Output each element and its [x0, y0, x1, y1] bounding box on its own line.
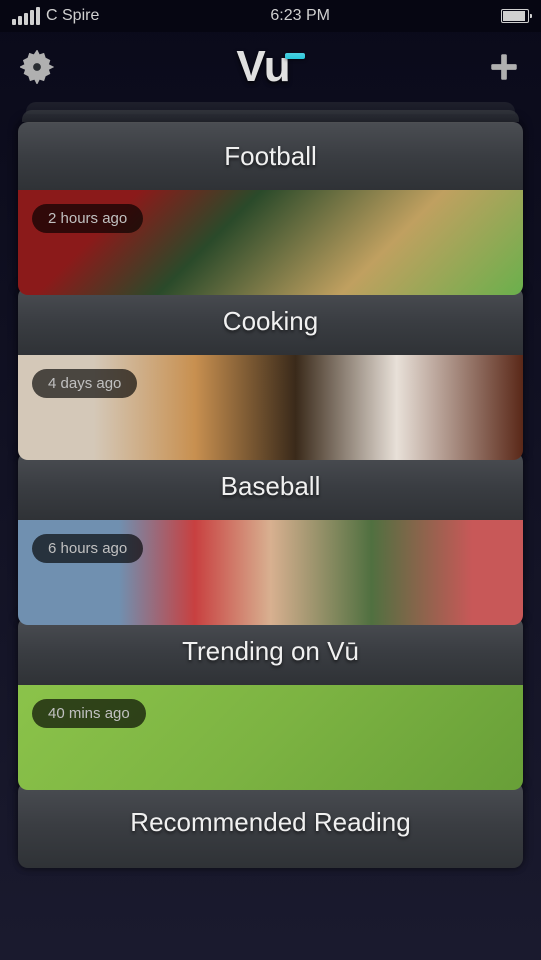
card-title: Cooking: [18, 306, 523, 337]
card-header: Trending on Vū: [18, 617, 523, 685]
card-football[interactable]: Football 2 hours ago: [18, 122, 523, 295]
card-title: Recommended Reading: [18, 807, 523, 838]
card-recommended[interactable]: Recommended Reading: [18, 782, 523, 868]
carrier-label: C Spire: [46, 7, 99, 25]
status-left: C Spire: [12, 7, 99, 25]
card-title: Football: [18, 141, 523, 172]
card-header: Football: [18, 122, 523, 190]
timestamp-badge: 6 hours ago: [32, 534, 143, 563]
card-trending[interactable]: Trending on Vū 40 mins ago: [18, 617, 523, 790]
card-title: Trending on Vū: [18, 636, 523, 667]
card-baseball[interactable]: Baseball 6 hours ago: [18, 452, 523, 625]
card-header: Baseball: [18, 452, 523, 520]
card-stack-decoration: [22, 110, 519, 122]
timestamp-badge: 4 days ago: [32, 369, 137, 398]
battery-icon: [501, 9, 529, 23]
card-image: 4 days ago: [18, 355, 523, 460]
card-title: Baseball: [18, 471, 523, 502]
add-button[interactable]: [487, 50, 521, 84]
card-header: Cooking: [18, 287, 523, 355]
card-cooking[interactable]: Cooking 4 days ago: [18, 287, 523, 460]
status-bar: C Spire 6:23 PM: [0, 0, 541, 32]
timestamp-badge: 40 mins ago: [32, 699, 146, 728]
app-header: Vu: [0, 32, 541, 102]
card-image: 6 hours ago: [18, 520, 523, 625]
app-logo: Vu: [236, 42, 304, 92]
time-label: 6:23 PM: [270, 7, 330, 25]
card-header: Recommended Reading: [18, 782, 523, 868]
signal-icon: [12, 7, 40, 25]
cards-list[interactable]: Football 2 hours ago Cooking 4 days ago …: [0, 102, 541, 868]
settings-button[interactable]: [20, 50, 54, 84]
card-image: 2 hours ago: [18, 190, 523, 295]
card-image: 40 mins ago: [18, 685, 523, 790]
timestamp-badge: 2 hours ago: [32, 204, 143, 233]
